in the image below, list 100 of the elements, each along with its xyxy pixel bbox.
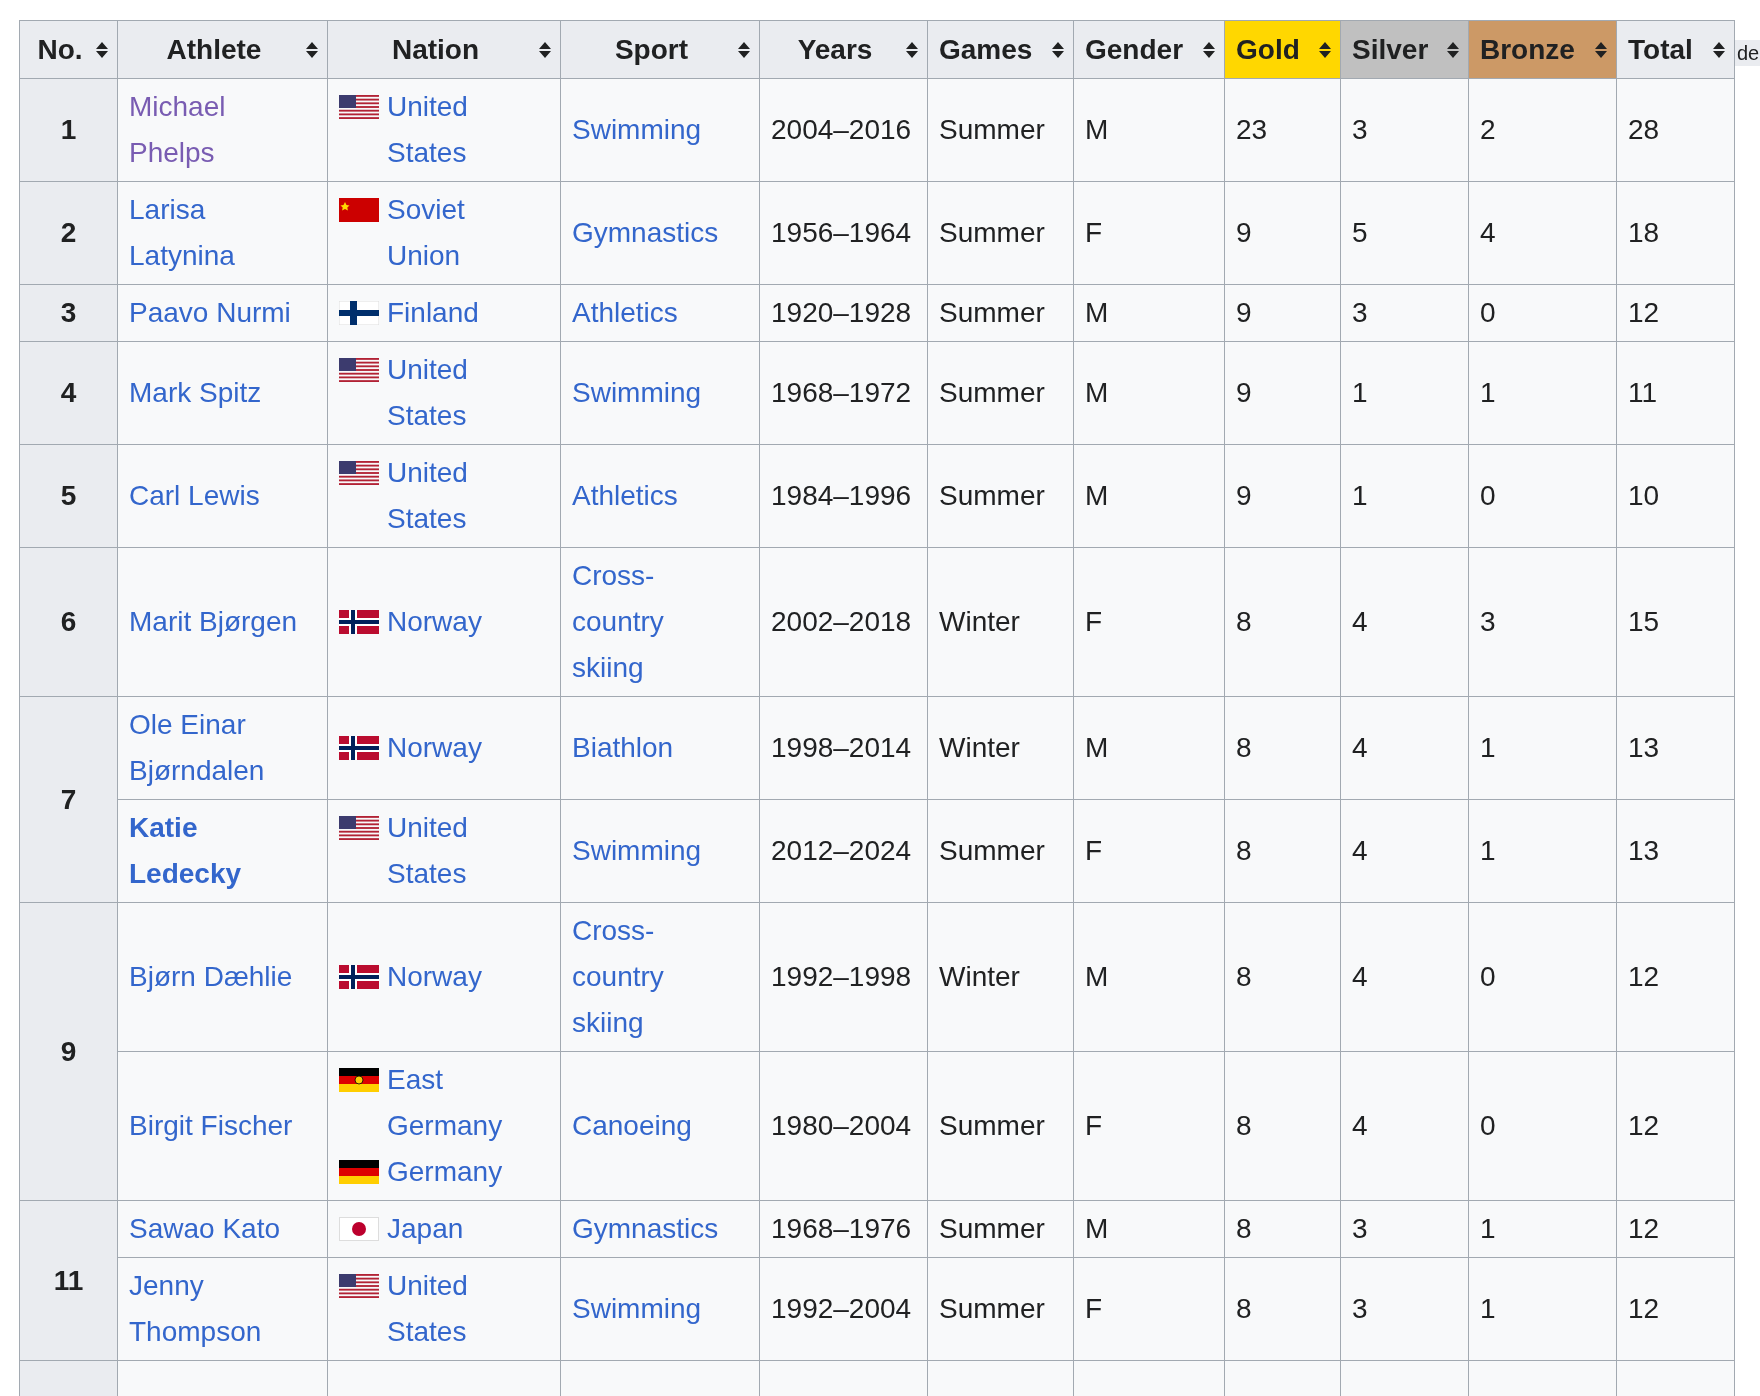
- sport-link[interactable]: Athletics: [572, 290, 733, 336]
- sort-icon[interactable]: [538, 40, 552, 59]
- table-cell: M: [1073, 341, 1225, 445]
- table-cell: 11: [1616, 341, 1735, 445]
- table-cell: 2002–2018: [759, 547, 928, 697]
- sort-icon[interactable]: [1712, 40, 1726, 59]
- table-cell: 2004–2016: [759, 78, 928, 182]
- table-cell: M: [1073, 1200, 1225, 1258]
- column-header[interactable]: Athlete: [117, 20, 328, 79]
- table-cell: Summer: [927, 444, 1074, 548]
- sport-link[interactable]: Swimming: [572, 370, 733, 416]
- athlete-link[interactable]: Larisa Latynina: [129, 187, 313, 279]
- sort-icon[interactable]: [1318, 40, 1332, 59]
- sport-link[interactable]: Gymnastics: [572, 210, 733, 256]
- athlete-link[interactable]: Mark Spitz: [129, 370, 313, 416]
- table-cell: 12: [1616, 1257, 1735, 1361]
- table-cell: 1980–2004: [759, 1051, 928, 1201]
- column-header[interactable]: Silver: [1340, 20, 1469, 79]
- table-cell: 4: [1468, 181, 1617, 285]
- table-cell: 4: [1340, 1051, 1469, 1201]
- column-header[interactable]: Nation: [327, 20, 561, 79]
- table-cell: 8: [1224, 1200, 1341, 1258]
- table-cell: Summer: [927, 181, 1074, 285]
- table-cell: 9: [1224, 181, 1341, 285]
- sort-icon[interactable]: [737, 40, 751, 59]
- athlete-link[interactable]: Sawao Kato: [129, 1206, 313, 1252]
- sport-link[interactable]: Cross-country skiing: [572, 908, 733, 1046]
- nation-link[interactable]: United States: [387, 1263, 536, 1355]
- flag-icon: [339, 965, 379, 989]
- table-cell: Summer: [927, 799, 1074, 903]
- column-header[interactable]: Sport: [560, 20, 760, 79]
- column-header[interactable]: Years: [759, 20, 928, 79]
- sport-link[interactable]: Swimming: [572, 828, 733, 874]
- sport-link[interactable]: Gymnastics: [572, 1206, 733, 1252]
- athlete-link[interactable]: Katie Ledecky: [129, 805, 313, 897]
- column-header[interactable]: Bronze: [1468, 20, 1617, 79]
- sport-link[interactable]: Canoeing: [572, 1103, 733, 1149]
- column-header[interactable]: No.: [19, 20, 118, 79]
- nation-link[interactable]: Japan: [387, 1206, 464, 1252]
- sort-icon[interactable]: [905, 40, 919, 59]
- table-cell: 12: [1616, 902, 1735, 1052]
- nation-link[interactable]: United States: [387, 347, 536, 439]
- sort-icon[interactable]: [1202, 40, 1216, 59]
- column-header[interactable]: Total: [1616, 20, 1735, 79]
- nation-link[interactable]: United States: [387, 84, 536, 176]
- athlete-link[interactable]: Ole Einar Bjørndalen: [129, 702, 313, 794]
- athlete-link[interactable]: Carl Lewis: [129, 473, 313, 519]
- athlete-link[interactable]: Jenny Thompson: [129, 1263, 313, 1355]
- flag-icon: [339, 198, 379, 222]
- sport-link[interactable]: Biathlon: [572, 725, 733, 771]
- table-cell: 8: [1224, 547, 1341, 697]
- table-cell: 1: [1340, 341, 1469, 445]
- nation-link[interactable]: United States: [387, 805, 536, 897]
- nation-link[interactable]: Norway: [387, 725, 482, 771]
- sport-link[interactable]: Athletics: [572, 473, 733, 519]
- table-cell: M: [1073, 696, 1225, 800]
- column-header[interactable]: Games: [927, 20, 1074, 79]
- nation-link[interactable]: East Germany: [387, 1057, 536, 1149]
- table-cell: 4: [1340, 547, 1469, 697]
- column-header[interactable]: Gold: [1224, 20, 1341, 79]
- table-cell: 1: [1468, 341, 1617, 445]
- nation-link[interactable]: United States: [387, 450, 536, 542]
- table-cell: 8: [1224, 799, 1341, 903]
- table-cell: 1992–1998: [759, 902, 928, 1052]
- table-cell: 3: [1468, 547, 1617, 697]
- athlete-link[interactable]: Michael Phelps: [129, 84, 313, 176]
- table-cell: 1968–1972: [759, 341, 928, 445]
- nation-link[interactable]: Soviet Union: [387, 187, 536, 279]
- sort-icon[interactable]: [1594, 40, 1608, 59]
- table-cell: 1: [1468, 799, 1617, 903]
- nation-link[interactable]: Germany: [387, 1149, 503, 1195]
- table-cell: 3: [1340, 1257, 1469, 1361]
- flag-icon: [339, 461, 379, 485]
- table-cell: Summer: [927, 341, 1074, 445]
- table-cell: 8: [1224, 902, 1341, 1052]
- nation-link[interactable]: Norway: [387, 599, 482, 645]
- sort-icon[interactable]: [95, 40, 109, 59]
- table-cell: 8: [1224, 1051, 1341, 1201]
- athlete-link[interactable]: Paavo Nurmi: [129, 290, 313, 336]
- table-cell: 0: [1468, 1051, 1617, 1201]
- table-cell: Summer: [927, 1051, 1074, 1201]
- nation-link[interactable]: Finland: [387, 290, 479, 336]
- sport-link[interactable]: Swimming: [572, 1286, 733, 1332]
- table-cell: 12: [1616, 1200, 1735, 1258]
- athlete-link[interactable]: Marit Bjørgen: [129, 599, 313, 645]
- column-header[interactable]: Gender: [1073, 20, 1225, 79]
- table-cell: 5: [1340, 181, 1469, 285]
- table-cell: 2: [1468, 78, 1617, 182]
- sport-link[interactable]: Cross-country skiing: [572, 553, 733, 691]
- athlete-link[interactable]: Birgit Fischer: [129, 1103, 313, 1149]
- table-cell: F: [1073, 799, 1225, 903]
- table-cell: 1: [1468, 696, 1617, 800]
- nation-link[interactable]: Norway: [387, 954, 482, 1000]
- sort-icon[interactable]: [305, 40, 319, 59]
- table-cell: Winter: [927, 696, 1074, 800]
- sort-icon[interactable]: [1051, 40, 1065, 59]
- sport-link[interactable]: Swimming: [572, 107, 733, 153]
- athlete-link[interactable]: Bjørn Dæhlie: [129, 954, 313, 1000]
- sort-icon[interactable]: [1446, 40, 1460, 59]
- table-cell: 4: [1340, 799, 1469, 903]
